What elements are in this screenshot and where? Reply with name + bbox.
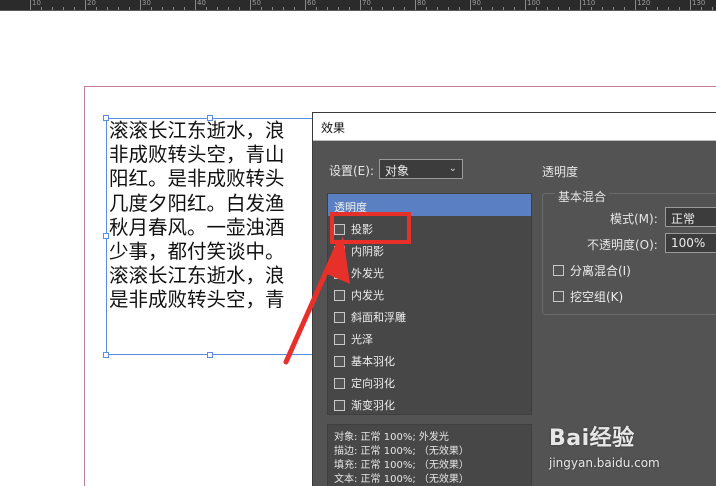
ruler-tick bbox=[250, 0, 251, 10]
dialog-title: 效果 bbox=[321, 121, 346, 135]
mode-label: 模式(M): bbox=[610, 212, 658, 226]
mode-select[interactable]: 正常 bbox=[665, 207, 716, 227]
effect-item-bevel-emboss[interactable]: 斜面和浮雕 bbox=[334, 308, 406, 326]
opacity-label: 不透明度(O): bbox=[587, 238, 658, 252]
checkbox-icon[interactable] bbox=[334, 289, 345, 301]
annotation-highlight-box bbox=[330, 212, 411, 244]
chevron-down-icon: ⌄ bbox=[448, 163, 457, 174]
checkbox-box bbox=[553, 291, 564, 302]
effect-item-label: 内发光 bbox=[351, 289, 384, 302]
ruler-tick bbox=[580, 0, 581, 10]
basic-blend-title: 基本混合 bbox=[555, 188, 610, 205]
knockout-group-checkbox[interactable]: 挖空组(K) bbox=[553, 288, 623, 305]
text-frame-content: 滚滚长江东逝水，浪 非成败转头空，青山 阳红。是非成败转头 几度夕阳红。白发渔 秋月春风… bbox=[107, 119, 315, 313]
settings-select[interactable]: 对象 ⌄ bbox=[379, 159, 463, 179]
page-margin-guide-top bbox=[84, 86, 716, 87]
ruler-label: 30 bbox=[142, 0, 151, 7]
effect-item-outer-glow[interactable]: ✓ 外发光 bbox=[334, 264, 384, 282]
text-line: 阳红。是非成败转头 bbox=[109, 167, 285, 191]
checkbox-checked-icon[interactable]: ✓ bbox=[334, 267, 345, 279]
settings-label: 设置(E): bbox=[329, 164, 374, 178]
text-frame[interactable]: 滚滚长江东逝水，浪 非成败转头空，青山 阳红。是非成败转头 几度夕阳红。白发渔 秋月春风… bbox=[106, 118, 316, 355]
ruler-tick bbox=[85, 0, 86, 10]
ruler-label: 60 bbox=[307, 0, 316, 7]
isolate-blending-label: 分离混合(I) bbox=[570, 264, 631, 278]
ruler-label: 110 bbox=[582, 0, 596, 7]
ruler-label: 40 bbox=[197, 0, 206, 7]
ruler-tick bbox=[470, 0, 471, 10]
ruler-label: 80 bbox=[417, 0, 426, 7]
effect-item-label: 定向羽化 bbox=[351, 377, 395, 390]
text-line: 几度夕阳红。白发渔 bbox=[109, 191, 285, 215]
checkbox-icon[interactable] bbox=[334, 311, 345, 323]
checkbox-icon[interactable] bbox=[334, 399, 345, 411]
opacity-input-value: 100% bbox=[671, 236, 706, 250]
isolate-blending-checkbox[interactable]: 分离混合(I) bbox=[553, 262, 631, 279]
frame-handle-bottom-left[interactable] bbox=[103, 352, 109, 358]
knockout-group-label: 挖空组(K) bbox=[570, 290, 624, 304]
text-line: 少事，都付笑谈中。 bbox=[109, 240, 285, 264]
ruler-tick bbox=[415, 0, 416, 10]
effect-item-label: 斜面和浮雕 bbox=[351, 311, 406, 324]
page-margin-guide-left bbox=[84, 86, 85, 486]
watermark-brand: Bai经验 bbox=[549, 426, 635, 451]
opacity-input[interactable]: 100% bbox=[665, 233, 716, 253]
checkbox-box bbox=[553, 265, 564, 276]
text-line: 滚滚长江东逝水，浪 bbox=[109, 119, 285, 142]
effect-item-satin[interactable]: 光泽 bbox=[334, 330, 373, 348]
summary-line: 对象: 正常 100%; 外发光 bbox=[334, 432, 449, 443]
effect-item-label: 渐变羽化 bbox=[351, 399, 395, 412]
ruler-tick bbox=[195, 0, 196, 10]
horizontal-ruler[interactable]: 10 20 30 40 50 60 70 80 90 100 110 120 130 bbox=[0, 0, 716, 10]
ruler-label: 100 bbox=[527, 0, 541, 7]
watermark-url: jingyan.baidu.com bbox=[549, 456, 660, 470]
effect-item-inner-shadow[interactable]: 内阴影 bbox=[334, 242, 384, 260]
settings-select-value: 对象 bbox=[385, 164, 410, 178]
effects-summary: 对象: 正常 100%; 外发光 描边: 正常 100%; （无效果） 填充: … bbox=[327, 424, 532, 486]
ruler-label: 50 bbox=[252, 0, 261, 7]
effect-item-gradient-feather[interactable]: 渐变羽化 bbox=[334, 396, 395, 414]
ruler-tick bbox=[360, 0, 361, 10]
ruler-tick bbox=[635, 0, 636, 10]
ruler-tick bbox=[690, 0, 691, 10]
ruler-label: 90 bbox=[472, 0, 481, 7]
effect-item-directional-feather[interactable]: 定向羽化 bbox=[334, 374, 395, 392]
effect-item-label: 基本羽化 bbox=[351, 355, 395, 368]
transparency-section-title: 透明度 bbox=[542, 165, 579, 179]
ruler-tick bbox=[525, 0, 526, 10]
text-line: 秋月春风。一壶浊酒 bbox=[109, 215, 285, 239]
frame-handle-top-center[interactable] bbox=[207, 115, 213, 121]
ruler-tick bbox=[140, 0, 141, 10]
effect-item-label: 光泽 bbox=[351, 333, 373, 346]
checkbox-icon[interactable] bbox=[334, 245, 345, 257]
ruler-label: 130 bbox=[692, 0, 706, 7]
effect-item-label: 内阴影 bbox=[351, 245, 384, 258]
mode-select-value: 正常 bbox=[671, 212, 696, 226]
ruler-label: 120 bbox=[637, 0, 651, 7]
frame-handle-top-left[interactable] bbox=[103, 115, 109, 121]
ruler-label: 10 bbox=[32, 0, 41, 7]
text-line: 非成败转头空，青山 bbox=[109, 143, 285, 167]
text-line: 滚滚长江东逝水，浪 bbox=[109, 264, 285, 288]
ruler-label: 70 bbox=[362, 0, 371, 7]
dialog-titlebar[interactable]: 效果 bbox=[313, 113, 716, 141]
ruler-label: 20 bbox=[87, 0, 96, 7]
frame-handle-middle-left[interactable] bbox=[103, 233, 109, 239]
summary-line: 文本: 正常 100%; （无效果） bbox=[334, 474, 469, 485]
frame-handle-bottom-center[interactable] bbox=[207, 352, 213, 358]
text-line: 是非成败转头空，青 bbox=[109, 288, 285, 312]
ruler-tick bbox=[30, 0, 31, 10]
baidu-jingyan-watermark: Bai经验 jingyan.baidu.com bbox=[549, 420, 709, 480]
checkbox-icon[interactable] bbox=[334, 377, 345, 389]
checkbox-icon[interactable] bbox=[334, 333, 345, 345]
ruler-tick bbox=[305, 0, 306, 10]
effect-item-basic-feather[interactable]: 基本羽化 bbox=[334, 352, 395, 370]
effect-item-label: 外发光 bbox=[351, 267, 384, 280]
effect-item-inner-glow[interactable]: 内发光 bbox=[334, 286, 384, 304]
checkbox-icon[interactable] bbox=[334, 355, 345, 367]
summary-line: 描边: 正常 100%; （无效果） bbox=[334, 446, 469, 457]
summary-line: 填充: 正常 100%; （无效果） bbox=[334, 460, 469, 471]
